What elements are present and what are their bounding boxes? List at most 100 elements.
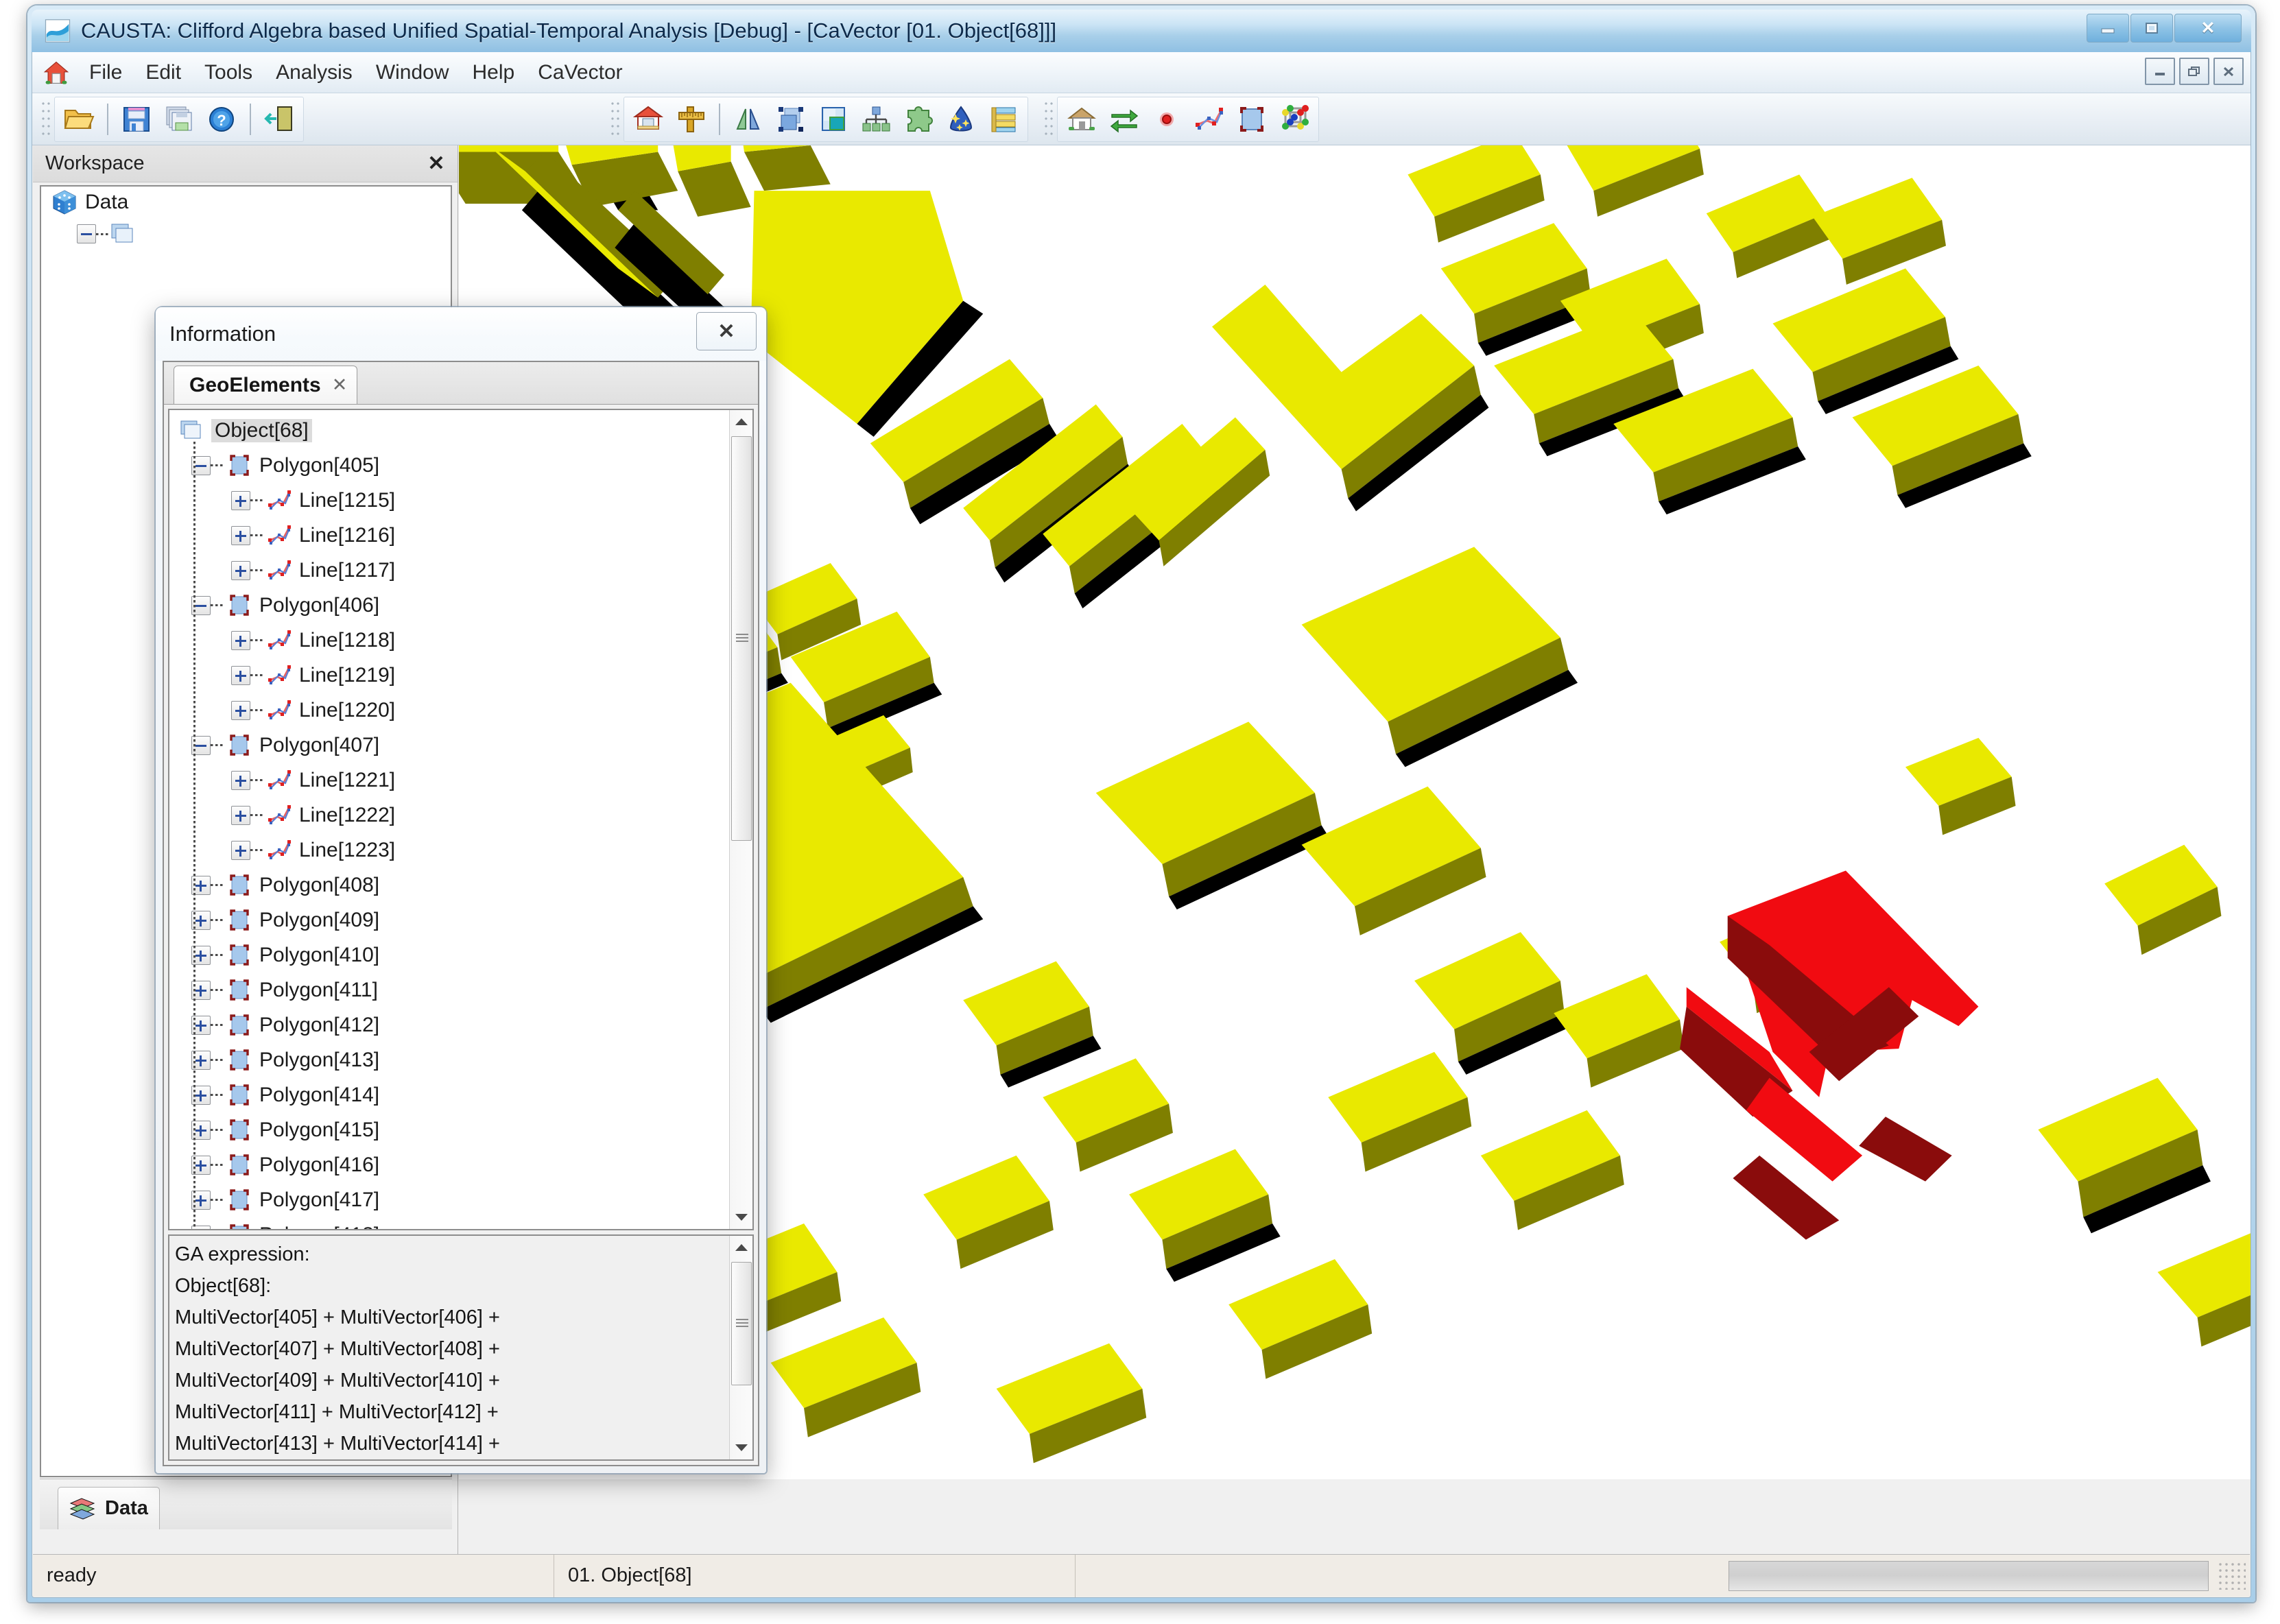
menu-analysis[interactable]: Analysis — [264, 58, 364, 87]
scrollbar-thumb[interactable] — [731, 436, 752, 841]
expander-toggle[interactable] — [77, 224, 96, 243]
expander-plus-icon[interactable] — [231, 805, 250, 825]
help-icon[interactable]: ? — [202, 99, 241, 139]
tree-vertical-scrollbar[interactable] — [729, 410, 752, 1229]
menu-file[interactable]: File — [78, 58, 134, 87]
house-icon[interactable] — [629, 99, 667, 139]
expander-plus-icon[interactable] — [231, 525, 250, 545]
ga-expression-container[interactable]: GA expression: Object[68]: MultiVector[4… — [168, 1234, 754, 1461]
tree-connector — [211, 1024, 224, 1026]
line-icon[interactable] — [1190, 99, 1228, 139]
status-progress-bar — [1729, 1560, 2209, 1591]
window-minimize-button[interactable] — [2087, 14, 2129, 43]
workspace-close-button[interactable]: ✕ — [420, 150, 452, 178]
layer-overlay-icon[interactable] — [814, 99, 853, 139]
workspace-tree-root[interactable]: Data — [41, 187, 451, 218]
toolbar-grip[interactable] — [40, 100, 50, 138]
tree-connector — [211, 1059, 224, 1061]
tree-node[interactable]: Line[1222] — [176, 798, 729, 833]
information-close-button[interactable]: ✕ — [696, 312, 757, 350]
line-icon — [267, 804, 293, 827]
scroll-down-button[interactable] — [730, 1206, 752, 1229]
menu-help[interactable]: Help — [461, 58, 527, 87]
tab-geoelements-label: GeoElements — [189, 373, 321, 396]
tree-node[interactable]: Polygon[417] — [176, 1182, 729, 1217]
hierarchy-icon[interactable] — [857, 99, 895, 139]
triangles-icon[interactable] — [729, 99, 768, 139]
network-tree-icon[interactable] — [942, 99, 980, 139]
menu-tools[interactable]: Tools — [193, 58, 264, 87]
refresh-icon[interactable] — [1105, 99, 1143, 139]
tree-node[interactable]: Line[1215] — [176, 483, 729, 518]
window-maximize-button[interactable] — [2130, 14, 2173, 43]
toolbar-grip[interactable] — [610, 100, 619, 138]
tree-node-label: Line[1220] — [299, 698, 396, 721]
menu-edit[interactable]: Edit — [134, 58, 193, 87]
tree-node[interactable]: Line[1221] — [176, 763, 729, 798]
tree-node[interactable]: Polygon[416] — [176, 1147, 729, 1182]
tree-connector — [211, 1129, 224, 1131]
tree-node[interactable]: Polygon[413] — [176, 1042, 729, 1077]
ga-scroll-up-button[interactable] — [730, 1236, 752, 1259]
geoelements-tree-container[interactable]: Object[68] Polygon[405] Line[1215] Line[… — [168, 409, 754, 1230]
tree-node[interactable]: Polygon[412] — [176, 1007, 729, 1042]
home-scene-icon[interactable] — [1062, 99, 1101, 139]
tree-node[interactable]: Polygon[414] — [176, 1077, 729, 1112]
save-all-icon[interactable] — [160, 99, 198, 139]
exit-icon[interactable] — [260, 99, 298, 139]
mdi-minimize-button[interactable] — [2145, 58, 2175, 85]
tree-node[interactable]: Line[1223] — [176, 833, 729, 868]
menu-window[interactable]: Window — [364, 58, 461, 87]
tree-node[interactable]: Line[1219] — [176, 658, 729, 693]
expander-plus-icon[interactable] — [231, 770, 250, 790]
expander-plus-icon[interactable] — [231, 700, 250, 720]
tree-node[interactable]: Polygon[406] — [176, 588, 729, 623]
expander-plus-icon[interactable] — [231, 665, 250, 685]
tab-geoelements[interactable]: GeoElements ✕ — [174, 366, 358, 404]
resize-grip[interactable] — [2218, 1562, 2246, 1590]
tree-node[interactable]: Line[1217] — [176, 553, 729, 588]
tree-node-label: Line[1222] — [299, 803, 396, 826]
ga-scroll-down-button[interactable] — [730, 1436, 752, 1459]
expander-plus-icon[interactable] — [231, 840, 250, 860]
information-title-bar: Information ✕ — [156, 307, 766, 361]
tab-close-icon[interactable]: ✕ — [332, 374, 348, 396]
toolbar-grip[interactable] — [1043, 100, 1053, 138]
menu-cavector[interactable]: CaVector — [526, 58, 634, 87]
tree-node[interactable]: Polygon[418] — [176, 1217, 729, 1229]
ga-vertical-scrollbar[interactable] — [729, 1236, 752, 1459]
mdi-close-button[interactable] — [2213, 58, 2244, 85]
window-close-button[interactable]: ✕ — [2174, 14, 2242, 43]
tree-node[interactable]: Polygon[410] — [176, 938, 729, 972]
tree-node[interactable]: Polygon[415] — [176, 1112, 729, 1147]
tree-node[interactable]: Polygon[409] — [176, 903, 729, 938]
tree-node[interactable]: Polygon[405] — [176, 448, 729, 483]
tree-root-node[interactable]: Object[68] — [176, 413, 729, 448]
tree-node[interactable]: Polygon[407] — [176, 728, 729, 763]
mdi-restore-button[interactable] — [2179, 58, 2209, 85]
tree-node[interactable]: Line[1218] — [176, 623, 729, 658]
scroll-up-button[interactable] — [730, 410, 752, 433]
ruler-icon[interactable] — [672, 99, 710, 139]
toolbar-group-geometry — [1039, 96, 1319, 142]
expander-plus-icon[interactable] — [231, 490, 250, 510]
tree-node[interactable]: Polygon[411] — [176, 972, 729, 1007]
selection-box-icon[interactable] — [772, 99, 810, 139]
expander-plus-icon[interactable] — [231, 630, 250, 650]
save-icon[interactable] — [117, 99, 156, 139]
point-icon[interactable] — [1148, 99, 1186, 139]
stack-list-icon[interactable] — [984, 99, 1023, 139]
geoelements-tree[interactable]: Object[68] Polygon[405] Line[1215] Line[… — [169, 410, 729, 1229]
ga-scrollbar-thumb[interactable] — [731, 1262, 752, 1385]
tree-node[interactable]: Line[1216] — [176, 518, 729, 553]
tree-connector — [211, 954, 224, 956]
puzzle-icon[interactable] — [899, 99, 938, 139]
workspace-tab-data[interactable]: Data — [58, 1487, 160, 1529]
open-folder-icon[interactable] — [60, 99, 98, 139]
expander-plus-icon[interactable] — [231, 560, 250, 580]
volume-icon[interactable] — [1275, 99, 1314, 139]
polygon-icon[interactable] — [1233, 99, 1271, 139]
workspace-tree-child[interactable] — [41, 218, 451, 250]
tree-node[interactable]: Polygon[408] — [176, 868, 729, 903]
tree-node[interactable]: Line[1220] — [176, 693, 729, 728]
